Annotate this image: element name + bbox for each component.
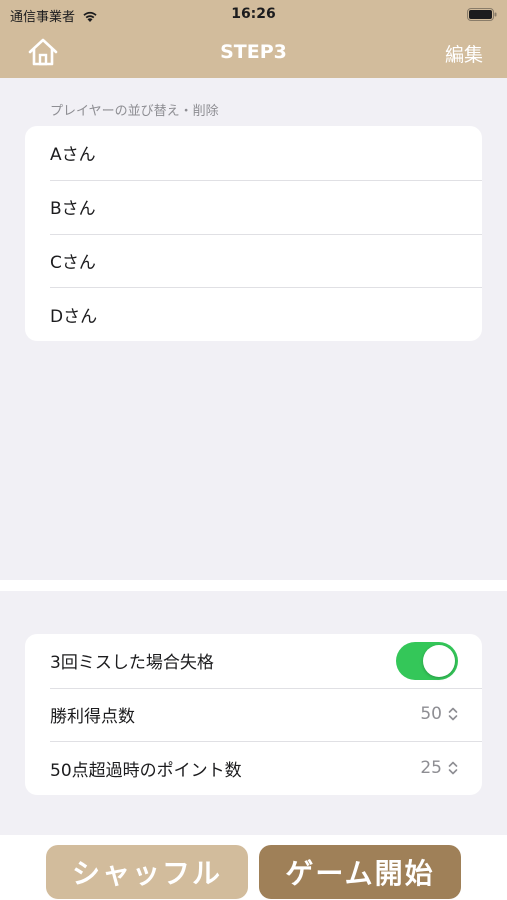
shuffle-button[interactable]: シャッフル xyxy=(46,845,248,899)
player-name: Bさん xyxy=(50,199,96,220)
winning-score-value: 50 xyxy=(420,704,442,725)
section-divider xyxy=(0,580,507,591)
disqualify-toggle[interactable] xyxy=(396,641,458,680)
setting-overflow-points[interactable]: 50点超過時のポイント数 25 xyxy=(25,741,482,795)
overflow-points-picker[interactable]: 25 xyxy=(420,758,458,778)
status-time: 16:26 xyxy=(231,6,276,22)
player-name: Aさん xyxy=(50,145,96,166)
player-row-a[interactable]: Aさん xyxy=(25,126,482,180)
setting-disqualify: 3回ミスした場合失格 xyxy=(25,634,482,688)
navigation-bar: 通信事業者 16:26 STEP3 編集 xyxy=(0,0,507,78)
battery-icon xyxy=(467,8,497,21)
chevron-up-down-icon xyxy=(448,761,458,775)
setting-winning-score[interactable]: 勝利得点数 50 xyxy=(25,687,482,742)
setting-overflow-points-label: 50点超過時のポイント数 xyxy=(50,760,242,781)
toggle-knob xyxy=(423,644,455,677)
chevron-up-down-icon xyxy=(448,708,458,721)
setting-disqualify-label: 3回ミスした場合失格 xyxy=(50,653,214,674)
settings-list: 3回ミスした場合失格 勝利得点数 50 50点超過時のポイント数 25 xyxy=(25,634,482,795)
setting-winning-score-label: 勝利得点数 xyxy=(50,706,135,727)
page-title: STEP3 xyxy=(220,41,287,63)
player-row-d[interactable]: Dさん xyxy=(25,287,482,341)
start-game-button[interactable]: ゲーム開始 xyxy=(259,845,461,899)
players-section-header: プレイヤーの並び替え・削除 xyxy=(50,104,219,119)
player-row-c[interactable]: Cさん xyxy=(25,233,482,288)
winning-score-picker[interactable]: 50 xyxy=(420,704,458,724)
overflow-points-value: 25 xyxy=(420,758,442,779)
player-row-b[interactable]: Bさん xyxy=(25,179,482,234)
edit-button[interactable]: 編集 xyxy=(445,40,483,67)
player-list: Aさん Bさん Cさん Dさん xyxy=(25,126,482,341)
player-name: Dさん xyxy=(50,306,98,327)
player-name: Cさん xyxy=(50,252,96,273)
